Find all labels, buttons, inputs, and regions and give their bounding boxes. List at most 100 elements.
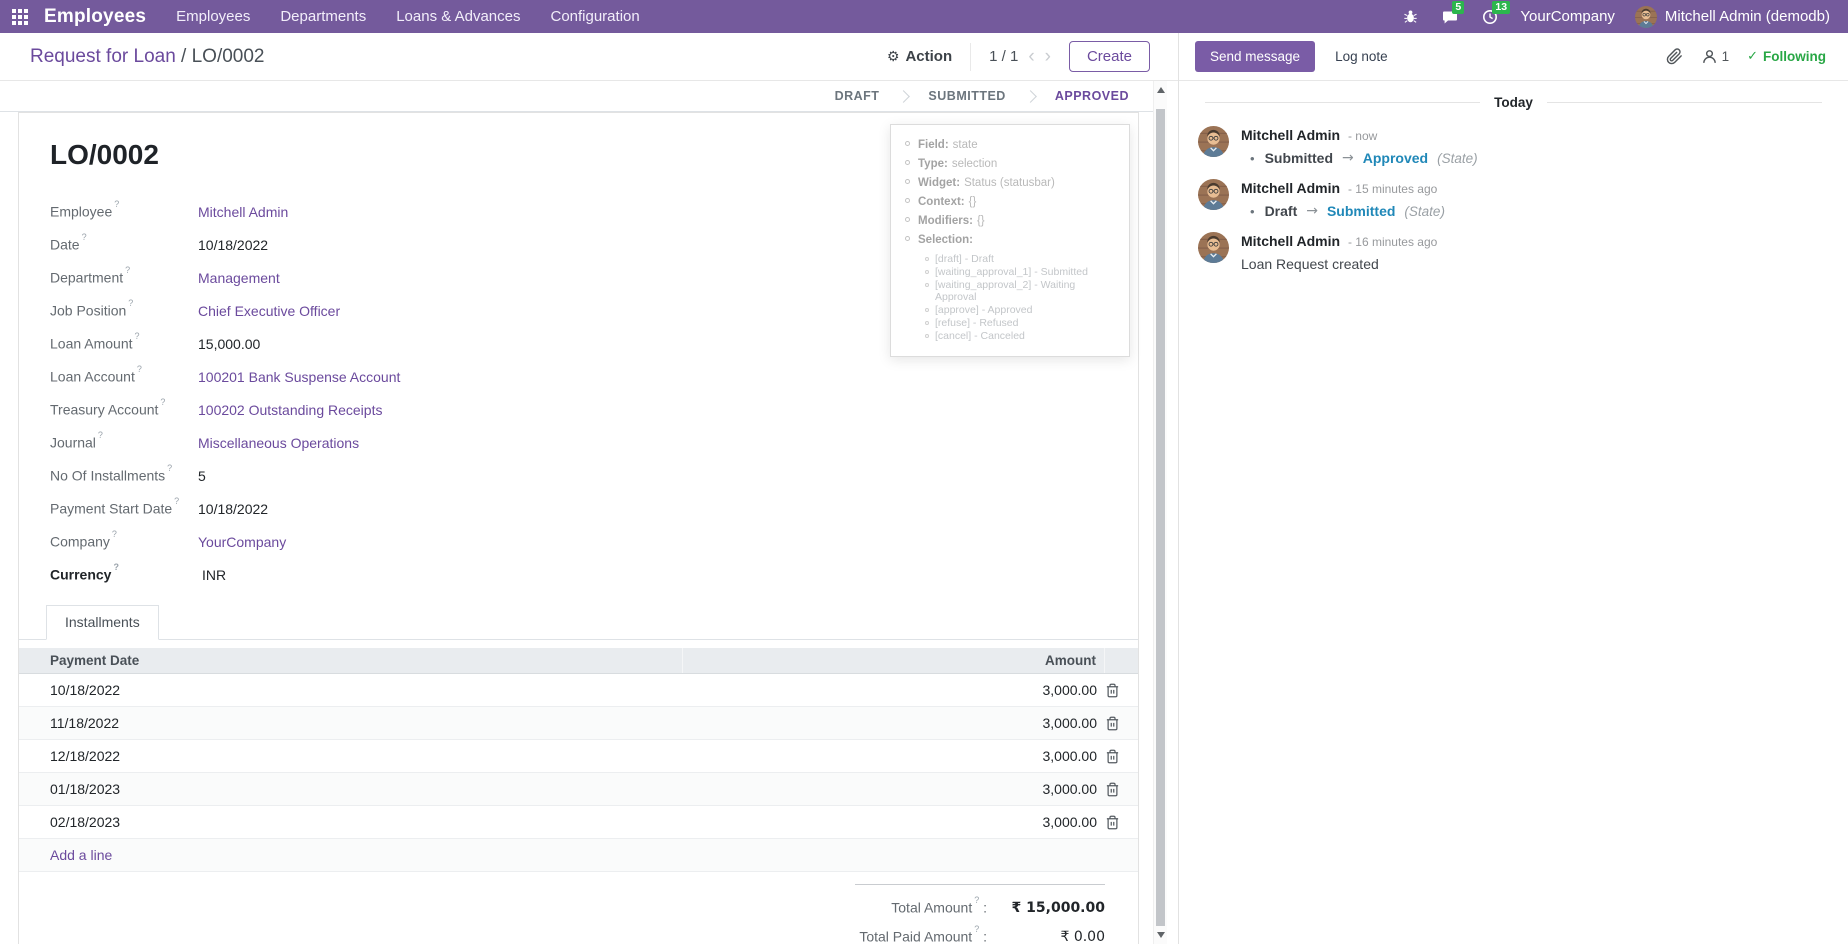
installments-table: Payment Date Amount 10/18/2022 3,000.00 … xyxy=(19,648,1138,872)
message-thread: Today Mitchell Admin - now • Submitted →… xyxy=(1179,81,1848,293)
activities-clock-icon[interactable]: 13 xyxy=(1480,8,1500,26)
column-header-actions xyxy=(1105,648,1138,673)
action-menu-button[interactable]: ⚙ Action xyxy=(887,48,952,65)
cell-amount[interactable]: 3,000.00 xyxy=(683,682,1105,698)
message-avatar xyxy=(1198,232,1229,263)
add-a-line-button[interactable]: Add a line xyxy=(19,839,1138,872)
bullet-icon xyxy=(905,198,910,203)
field-value-company[interactable]: YourCompany xyxy=(198,534,286,550)
log-note-button[interactable]: Log note xyxy=(1335,49,1388,64)
delete-row-icon[interactable] xyxy=(1105,683,1120,698)
cell-amount[interactable]: 3,000.00 xyxy=(683,781,1105,797)
cell-payment-date[interactable]: 11/18/2022 xyxy=(19,715,683,731)
field-value-employee[interactable]: Mitchell Admin xyxy=(198,204,288,220)
status-step-approved[interactable]: APPROVED xyxy=(1035,81,1149,111)
field-label-job-position: Job Position? xyxy=(50,302,198,319)
delete-row-icon[interactable] xyxy=(1105,815,1120,830)
messages-icon[interactable]: 5 xyxy=(1440,8,1460,26)
message-avatar xyxy=(1198,126,1229,157)
delete-row-icon[interactable] xyxy=(1105,716,1120,731)
help-icon: ? xyxy=(128,298,133,308)
scroll-down-icon[interactable] xyxy=(1154,928,1167,942)
field-value-journal[interactable]: Miscellaneous Operations xyxy=(198,435,359,451)
bullet-icon xyxy=(925,283,929,287)
messages-badge: 5 xyxy=(1452,1,1464,14)
breadcrumb: Request for Loan / LO/0002 xyxy=(30,46,265,68)
chatter-toolbar: Send message Log note 1 ✓ Following xyxy=(1179,33,1848,81)
field-value-payment-start-date[interactable]: 10/18/2022 xyxy=(198,501,268,517)
user-menu[interactable]: Mitchell Admin (demodb) xyxy=(1635,6,1830,28)
cell-payment-date[interactable]: 01/18/2023 xyxy=(19,781,683,797)
message-body: Loan Request created xyxy=(1241,256,1437,272)
message-time: - 15 minutes ago xyxy=(1348,182,1437,196)
arrow-right-icon: → xyxy=(1306,203,1318,219)
scrollbar-thumb[interactable] xyxy=(1156,109,1165,926)
status-step-draft[interactable]: DRAFT xyxy=(815,81,900,111)
menu-departments[interactable]: Departments xyxy=(280,8,366,25)
followers-button[interactable]: 1 xyxy=(1701,48,1730,65)
table-row[interactable]: 10/18/2022 3,000.00 xyxy=(19,674,1138,707)
debug-bug-icon[interactable] xyxy=(1400,8,1420,26)
chatter-panel: Send message Log note 1 ✓ Following Toda… xyxy=(1178,33,1848,944)
table-row[interactable]: 12/18/2022 3,000.00 xyxy=(19,740,1138,773)
total-paid-amount-value: ₹ 0.00 xyxy=(987,929,1105,944)
cell-amount[interactable]: 3,000.00 xyxy=(683,748,1105,764)
cell-payment-date[interactable]: 12/18/2022 xyxy=(19,748,683,764)
table-row[interactable]: 01/18/2023 3,000.00 xyxy=(19,773,1138,806)
menu-employees[interactable]: Employees xyxy=(176,8,250,25)
help-icon: ? xyxy=(974,924,979,934)
cell-payment-date[interactable]: 02/18/2023 xyxy=(19,814,683,830)
scroll-up-icon[interactable] xyxy=(1154,83,1167,97)
field-value-loan-account[interactable]: 100201 Bank Suspense Account xyxy=(198,369,400,385)
help-icon: ? xyxy=(98,430,103,440)
apps-menu-icon[interactable] xyxy=(12,9,28,25)
cell-amount[interactable]: 3,000.00 xyxy=(683,715,1105,731)
message-author[interactable]: Mitchell Admin xyxy=(1241,233,1340,249)
message-author[interactable]: Mitchell Admin xyxy=(1241,127,1340,143)
field-label-date: Date? xyxy=(50,236,198,253)
help-icon: ? xyxy=(82,232,87,242)
field-value-no-of-installments[interactable]: 5 xyxy=(198,468,206,484)
table-row[interactable]: 11/18/2022 3,000.00 xyxy=(19,707,1138,740)
field-value-department[interactable]: Management xyxy=(198,270,280,286)
app-name[interactable]: Employees xyxy=(44,6,146,28)
table-header: Payment Date Amount xyxy=(19,648,1138,674)
tracking-value: • Draft → Submitted (State) xyxy=(1241,203,1445,219)
form-view: DRAFT SUBMITTED APPROVED LO/0002 Employe… xyxy=(0,81,1153,944)
company-switcher[interactable]: YourCompany xyxy=(1520,8,1615,25)
table-row[interactable]: 02/18/2023 3,000.00 xyxy=(19,806,1138,839)
bullet-icon: • xyxy=(1250,204,1255,219)
send-message-button[interactable]: Send message xyxy=(1195,41,1315,72)
field-label-currency: Currency? xyxy=(50,566,198,583)
delete-row-icon[interactable] xyxy=(1105,749,1120,764)
menu-configuration[interactable]: Configuration xyxy=(550,8,639,25)
menu-loans-advances[interactable]: Loans & Advances xyxy=(396,8,520,25)
cell-payment-date[interactable]: 10/18/2022 xyxy=(19,682,683,698)
create-button[interactable]: Create xyxy=(1069,41,1150,72)
status-step-submitted[interactable]: SUBMITTED xyxy=(908,81,1025,111)
field-value-currency[interactable]: INR xyxy=(202,567,226,583)
message-author[interactable]: Mitchell Admin xyxy=(1241,180,1340,196)
field-value-date[interactable]: 10/18/2022 xyxy=(198,237,268,253)
bullet-icon xyxy=(905,217,910,222)
field-value-loan-amount[interactable]: 15,000.00 xyxy=(198,336,260,352)
message-time: - now xyxy=(1348,129,1377,143)
field-label-journal: Journal? xyxy=(50,434,198,451)
attachment-paperclip-icon[interactable] xyxy=(1666,48,1683,65)
cell-amount[interactable]: 3,000.00 xyxy=(683,814,1105,830)
tab-installments[interactable]: Installments xyxy=(46,605,159,640)
field-value-job-position[interactable]: Chief Executive Officer xyxy=(198,303,340,319)
pager-previous-icon[interactable]: ‹ xyxy=(1028,47,1034,66)
column-header-amount[interactable]: Amount xyxy=(683,648,1105,673)
following-button[interactable]: ✓ Following xyxy=(1747,49,1826,64)
bullet-icon xyxy=(925,270,929,274)
user-name: Mitchell Admin (demodb) xyxy=(1665,8,1830,25)
column-header-payment-date[interactable]: Payment Date xyxy=(19,648,683,673)
breadcrumb-parent[interactable]: Request for Loan xyxy=(30,46,176,67)
field-label-loan-amount: Loan Amount? xyxy=(50,335,198,352)
delete-row-icon[interactable] xyxy=(1105,782,1120,797)
pager-next-icon[interactable]: › xyxy=(1045,47,1051,66)
field-value-treasury-account[interactable]: 100202 Outstanding Receipts xyxy=(198,402,382,418)
vertical-scrollbar[interactable] xyxy=(1153,81,1167,944)
field-label-treasury-account: Treasury Account? xyxy=(50,401,198,418)
